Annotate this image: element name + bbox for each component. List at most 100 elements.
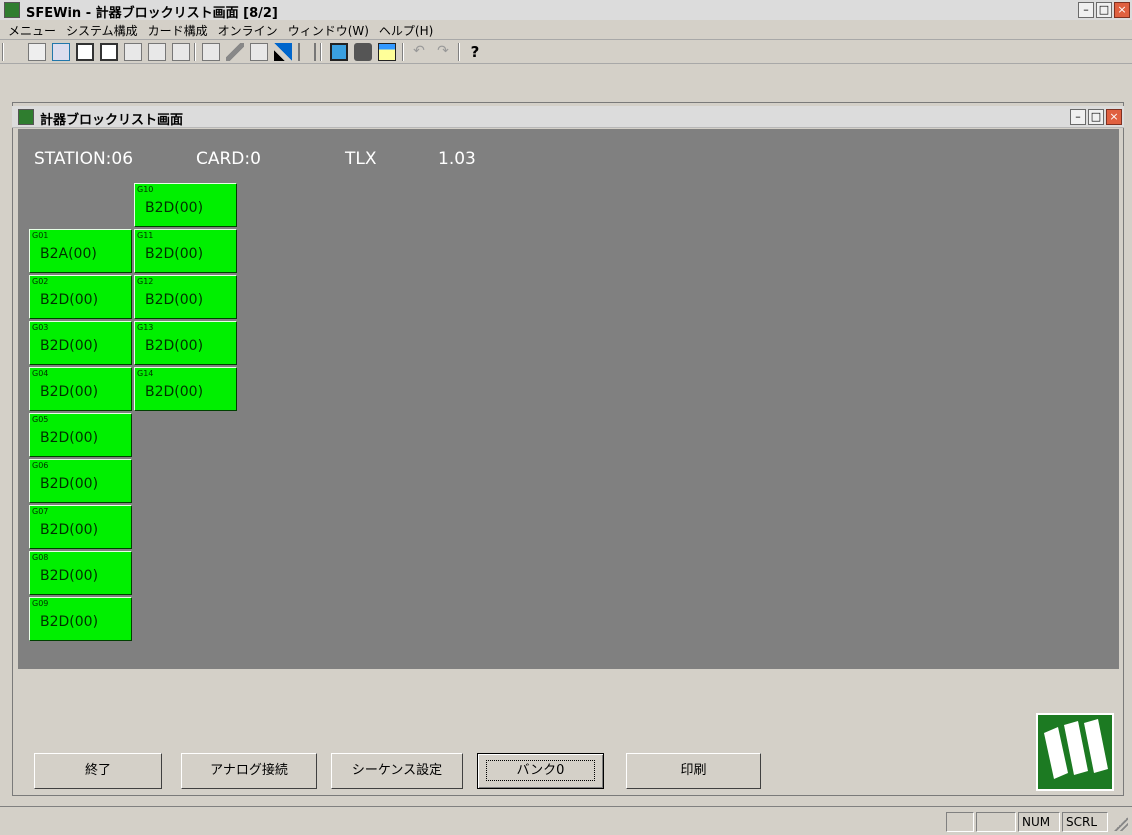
bank-button-label: バンク0 <box>485 760 596 781</box>
scroll-lock-indicator: SCRL <box>1062 812 1108 832</box>
toolbar-separator <box>458 43 460 61</box>
job-load-icon[interactable] <box>124 43 142 61</box>
close-button[interactable]: × <box>1114 2 1130 18</box>
window-controls: – □ × <box>1078 2 1130 18</box>
toolbar: ↶ ↷ ? <box>0 40 1132 64</box>
undo-icon[interactable]: ↶ <box>410 43 428 61</box>
menu-window[interactable]: ウィンドウ(W) <box>286 20 377 39</box>
instrument-block[interactable]: G04 B2D(00) <box>29 367 132 411</box>
num-lock-indicator: NUM <box>1018 812 1060 832</box>
instrument-block[interactable]: G10 B2D(00) <box>134 183 237 227</box>
child-restore-button[interactable]: □ <box>1088 109 1104 125</box>
resize-grip[interactable] <box>1114 817 1128 831</box>
print-button[interactable]: 印刷 <box>626 753 761 789</box>
exit-button[interactable]: 終了 <box>34 753 162 789</box>
list-icon[interactable] <box>100 43 118 61</box>
card-icon[interactable] <box>354 43 372 61</box>
card-label: CARD:0 <box>196 149 261 169</box>
status-bar: NUM SCRL <box>0 806 1132 835</box>
instrument-block[interactable]: G05 B2D(00) <box>29 413 132 457</box>
instrument-block[interactable]: G01 B2A(00) <box>29 229 132 273</box>
block-id: G10 <box>137 185 154 194</box>
block-id: G01 <box>32 231 49 240</box>
child-window-controls: – □ × <box>1070 109 1122 125</box>
child-close-button[interactable]: × <box>1106 109 1122 125</box>
job-save-icon[interactable] <box>148 43 166 61</box>
block-label: B2D(00) <box>40 338 99 354</box>
block-id: G12 <box>137 277 154 286</box>
menu-menu[interactable]: メニュー <box>6 20 64 39</box>
child-window-title: 計器ブロックリスト画面 <box>40 113 184 128</box>
block-id: G03 <box>32 323 49 332</box>
block-label: B2D(00) <box>40 614 99 630</box>
minimize-button[interactable]: – <box>1078 2 1094 18</box>
instrument-block[interactable]: G07 B2D(00) <box>29 505 132 549</box>
block-label: B2A(00) <box>40 246 97 262</box>
block-label: B2D(00) <box>40 568 99 584</box>
instrument-block[interactable]: G12 B2D(00) <box>134 275 237 319</box>
status-panel <box>976 812 1016 832</box>
block-id: G02 <box>32 277 49 286</box>
block-id: G14 <box>137 369 154 378</box>
toolbar-separator <box>194 43 196 61</box>
lightning-icon[interactable] <box>226 43 244 61</box>
menu-bar: メニュー システム構成 カード構成 オンライン ウィンドウ(W) ヘルプ(H) <box>0 20 1132 40</box>
job-select-icon[interactable] <box>28 43 46 61</box>
child-app-icon[interactable] <box>18 109 34 125</box>
analog-connect-button[interactable]: アナログ接続 <box>181 753 317 789</box>
block-id: G11 <box>137 231 154 240</box>
block-id: G08 <box>32 553 49 562</box>
block-label: B2D(00) <box>145 292 204 308</box>
version-label: 1.03 <box>438 149 476 169</box>
instrument-block[interactable]: G08 B2D(00) <box>29 551 132 595</box>
station-label: STATION:06 <box>34 149 134 169</box>
block-label: B2D(00) <box>40 522 99 538</box>
connect-icon[interactable] <box>274 43 292 61</box>
document-icon[interactable] <box>250 43 268 61</box>
block-id: G06 <box>32 461 49 470</box>
title-bar: SFEWin - 計器ブロックリスト画面 [8/2] – □ × <box>0 0 1132 21</box>
align-icon[interactable] <box>298 43 316 61</box>
block-id: G05 <box>32 415 49 424</box>
child-title-bar: 計器ブロックリスト画面 – □ × <box>12 106 1124 128</box>
instrument-block[interactable]: G06 B2D(00) <box>29 459 132 503</box>
monitor-icon[interactable] <box>330 43 348 61</box>
menu-help[interactable]: ヘルプ(H) <box>377 20 441 39</box>
block-id: G13 <box>137 323 154 332</box>
job-info-icon[interactable] <box>52 43 70 61</box>
block-label: B2D(00) <box>145 338 204 354</box>
status-panel <box>946 812 974 832</box>
toolbar-separator <box>320 43 322 61</box>
app-icon[interactable] <box>4 2 20 18</box>
block-label: B2D(00) <box>145 246 204 262</box>
type-label: TLX <box>345 149 377 169</box>
menu-system-config[interactable]: システム構成 <box>64 20 146 39</box>
grid-icon[interactable] <box>76 43 94 61</box>
block-label: B2D(00) <box>40 430 99 446</box>
instrument-block[interactable]: G11 B2D(00) <box>134 229 237 273</box>
window-icon[interactable] <box>378 43 396 61</box>
env-settings-icon[interactable] <box>172 43 190 61</box>
toolbar-grip <box>2 43 4 61</box>
menu-card-config[interactable]: カード構成 <box>146 20 216 39</box>
block-id: G04 <box>32 369 49 378</box>
block-id: G07 <box>32 507 49 516</box>
block-id: G09 <box>32 599 49 608</box>
restore-button[interactable]: □ <box>1096 2 1112 18</box>
sys-icon[interactable] <box>202 43 220 61</box>
block-label: B2D(00) <box>145 200 204 216</box>
instrument-block[interactable]: G03 B2D(00) <box>29 321 132 365</box>
instrument-block[interactable]: G13 B2D(00) <box>134 321 237 365</box>
instrument-block[interactable]: G09 B2D(00) <box>29 597 132 641</box>
child-minimize-button[interactable]: – <box>1070 109 1086 125</box>
block-label: B2D(00) <box>145 384 204 400</box>
instrument-block[interactable]: G02 B2D(00) <box>29 275 132 319</box>
help-icon[interactable]: ? <box>466 43 484 61</box>
menu-online[interactable]: オンライン <box>216 20 286 39</box>
company-logo <box>1036 713 1114 791</box>
instrument-block[interactable]: G14 B2D(00) <box>134 367 237 411</box>
redo-icon[interactable]: ↷ <box>434 43 452 61</box>
bank-button[interactable]: バンク0 <box>477 753 604 789</box>
toolbar-separator <box>402 43 404 61</box>
sequence-settings-button[interactable]: シーケンス設定 <box>331 753 463 789</box>
